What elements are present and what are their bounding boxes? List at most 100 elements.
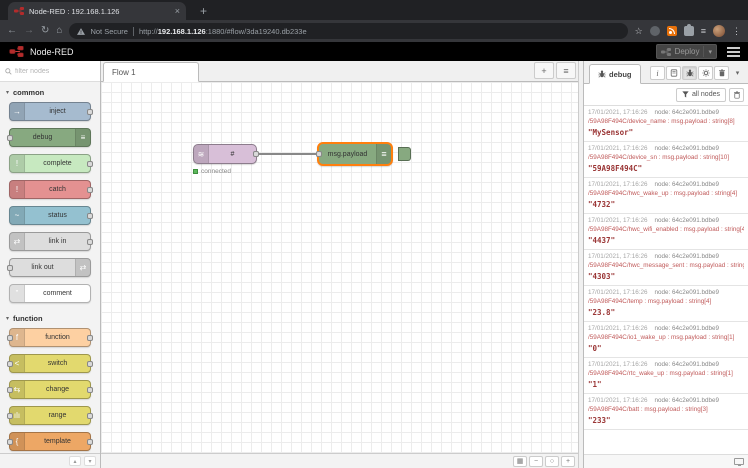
deploy-button[interactable]: Deploy ▾ xyxy=(655,44,717,59)
debug-message[interactable]: 17/01/2021, 17:16:26 node: 64c2e091.bdbe… xyxy=(584,286,748,322)
add-flow-button[interactable]: + xyxy=(534,62,554,79)
palette-node-complete[interactable]: ! complete xyxy=(9,154,93,173)
main-menu-icon[interactable] xyxy=(727,46,740,57)
palette-node-function[interactable]: f function xyxy=(7,328,93,347)
message-timestamp: 17/01/2021, 17:16:26 xyxy=(588,217,648,224)
extensions-puzzle-icon[interactable] xyxy=(683,24,694,36)
message-payload: "4303" xyxy=(588,272,616,281)
debug-message[interactable]: 17/01/2021, 17:16:26 node: 64c2e091.bdbe… xyxy=(584,358,748,394)
url-divider xyxy=(132,26,134,36)
palette-node-debug[interactable]: ≡ debug xyxy=(7,128,91,147)
category-label: function xyxy=(13,314,43,323)
comment-icon: ” xyxy=(10,285,25,302)
home-icon[interactable]: ⌂ xyxy=(56,26,62,36)
address-bar[interactable]: Not Secure http://192.168.1.126:1880/#fl… xyxy=(69,23,628,39)
palette-expand-icon[interactable]: ▾ xyxy=(84,456,96,466)
profile-avatar[interactable] xyxy=(713,25,725,37)
bug-icon xyxy=(598,70,606,78)
palette-node-label: template xyxy=(44,438,71,445)
output-port xyxy=(87,108,93,115)
back-icon[interactable]: ← xyxy=(7,26,17,36)
inject-icon: → xyxy=(10,103,25,120)
not-secure-label[interactable]: Not Secure xyxy=(90,27,128,36)
message-payload: "23.8" xyxy=(588,308,616,317)
deploy-icon xyxy=(660,47,671,56)
tab-debug[interactable]: debug xyxy=(589,64,641,84)
message-timestamp: 17/01/2021, 17:16:26 xyxy=(588,109,648,116)
debug-message-list: 17/01/2021, 17:16:26 node: 64c2e091.bdbe… xyxy=(584,106,748,454)
input-port xyxy=(7,134,13,141)
flow-list-icon[interactable]: ≡ xyxy=(556,62,576,79)
complete-icon: ! xyxy=(10,155,25,172)
debug-message[interactable]: 17/01/2021, 17:16:26 node: 64c2e091.bdbe… xyxy=(584,106,748,142)
message-topic: /59A98F494C/hwc_wake_up : msg.payload : … xyxy=(588,190,738,197)
deploy-caret-icon[interactable]: ▾ xyxy=(708,48,712,56)
browser-toolbar: ← → ↻ ⌂ Not Secure http://192.168.1.126:… xyxy=(0,20,748,42)
palette-node-range[interactable]: ılı range xyxy=(7,406,93,425)
message-topic: /59A98F494C/device_sn : msg.payload : st… xyxy=(588,154,730,161)
wire[interactable] xyxy=(257,153,317,155)
message-payload: "4732" xyxy=(588,200,616,209)
palette-category: ▾ function f function < switch ⇆ change … xyxy=(0,310,100,453)
reload-icon[interactable]: ↻ xyxy=(41,26,49,36)
palette-node-link-in[interactable]: ⇄ link in xyxy=(9,232,93,251)
palette-node-template[interactable]: { template xyxy=(7,432,93,451)
bookmark-star-icon[interactable]: ☆ xyxy=(635,26,643,36)
browser-menu-icon[interactable]: ⋮ xyxy=(732,26,741,36)
tab-close-icon[interactable]: × xyxy=(175,6,180,16)
input-port xyxy=(316,151,322,157)
browser-tab-title: Node-RED : 192.168.1.126 xyxy=(29,6,120,16)
debug-node-icon: ≡ xyxy=(376,144,391,164)
zoom-in-button[interactable]: + xyxy=(561,455,575,467)
palette-node-link-out[interactable]: ⇄ link out xyxy=(7,258,91,277)
filter-nodes-input[interactable] xyxy=(15,67,85,75)
message-topic: /59A98F494C/hwc_message_sent : msg.paylo… xyxy=(588,262,744,269)
palette-node-status[interactable]: ~ status xyxy=(9,206,93,225)
new-tab-button[interactable]: + xyxy=(196,4,211,20)
debug-message[interactable]: 17/01/2021, 17:16:26 node: 64c2e091.bdbe… xyxy=(584,142,748,178)
debug-message[interactable]: 17/01/2021, 17:16:26 node: 64c2e091.bdbe… xyxy=(584,178,748,214)
help-book-icon[interactable] xyxy=(666,66,681,80)
output-port xyxy=(87,360,93,367)
message-payload: "59A98F494C" xyxy=(588,164,643,173)
palette-collapse-icon[interactable]: ▴ xyxy=(69,456,81,466)
open-window-icon[interactable] xyxy=(734,458,744,466)
palette-node-switch[interactable]: < switch xyxy=(7,354,93,373)
debug-message[interactable]: 17/01/2021, 17:16:26 node: 64c2e091.bdbe… xyxy=(584,214,748,250)
tab-flow-1[interactable]: Flow 1 xyxy=(103,62,199,82)
message-payload: "4437" xyxy=(588,236,616,245)
debug-filter-button[interactable]: all nodes xyxy=(675,87,726,102)
debug-node-selected[interactable]: ≡ msg.payload xyxy=(316,142,393,166)
clear-messages-trash-icon[interactable] xyxy=(729,87,744,102)
config-gear-icon[interactable] xyxy=(698,66,713,80)
category-header[interactable]: ▾ function xyxy=(0,310,100,328)
palette-node-catch[interactable]: ! catch xyxy=(9,180,93,199)
extension-icon[interactable] xyxy=(649,26,660,36)
palette-node-comment[interactable]: ” comment xyxy=(9,284,91,303)
mqtt-in-node[interactable]: ≋ # xyxy=(193,144,259,164)
category-header[interactable]: ▾ common xyxy=(0,84,100,102)
debug-enable-toggle[interactable] xyxy=(398,147,411,161)
debug-message[interactable]: 17/01/2021, 17:16:26 node: 64c2e091.bdbe… xyxy=(584,322,748,358)
message-topic: /59A98F494C/device_name : msg.payload : … xyxy=(588,118,735,125)
debug-message[interactable]: 17/01/2021, 17:16:26 node: 64c2e091.bdbe… xyxy=(584,394,748,430)
navigator-icon[interactable]: ▦ xyxy=(513,455,527,467)
message-topic: /59A98F494C/batt : msg.payload : string[… xyxy=(588,406,708,413)
zoom-reset-button[interactable]: ○ xyxy=(545,455,559,467)
sidebar-caret-icon[interactable]: ▾ xyxy=(730,66,745,80)
palette-node-change[interactable]: ⇆ change xyxy=(7,380,93,399)
browser-tab[interactable]: Node-RED : 192.168.1.126 × xyxy=(8,2,186,20)
info-icon[interactable]: i xyxy=(650,66,665,80)
debug-message[interactable]: 17/01/2021, 17:16:26 node: 64c2e091.bdbe… xyxy=(584,250,748,286)
debug-tab-label: debug xyxy=(609,69,632,79)
message-node-id: node: 64c2e091.bdbe9 xyxy=(654,253,719,260)
flow-canvas[interactable]: ≋ # connected ≡ msg.payload xyxy=(101,82,578,453)
rss-extension-icon[interactable] xyxy=(666,26,677,36)
palette-node-inject[interactable]: → inject xyxy=(9,102,93,121)
zoom-out-button[interactable]: − xyxy=(529,455,543,467)
debug-messages-icon[interactable] xyxy=(682,66,697,80)
context-trash-icon[interactable] xyxy=(714,66,729,80)
forward-icon[interactable]: → xyxy=(24,26,34,36)
palette-node-label: comment xyxy=(43,290,72,297)
reading-list-icon[interactable]: ≡ xyxy=(701,26,706,36)
